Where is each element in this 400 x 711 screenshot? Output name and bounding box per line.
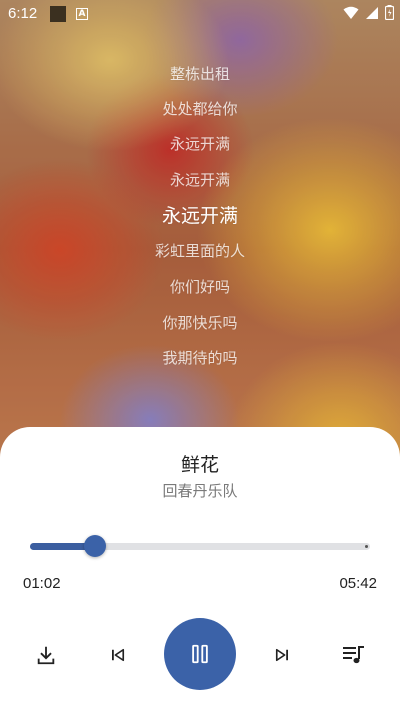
lyric-line[interactable]: 你们好吗 — [0, 276, 400, 297]
skip-previous-icon — [112, 648, 125, 662]
download-icon — [37, 646, 55, 665]
status-bar: 6:12 A — [0, 0, 400, 28]
total-time: 05:42 — [339, 575, 377, 592]
lyric-line[interactable]: 处处都给你 — [0, 98, 400, 119]
notification-badge-icon: A — [76, 8, 88, 20]
song-title: 鲜花 — [180, 454, 219, 476]
lyric-line-current[interactable]: 永远开满 — [0, 201, 400, 228]
previous-button[interactable] — [104, 641, 132, 669]
lyric-line[interactable]: 整栋出租 — [0, 63, 400, 84]
battery-icon — [385, 5, 394, 20]
download-button[interactable] — [32, 641, 60, 669]
pause-icon — [192, 644, 208, 664]
app-notification-icon — [50, 6, 66, 22]
skip-next-icon — [275, 648, 288, 662]
lyric-line[interactable]: 你那快乐吗 — [0, 312, 400, 333]
signal-icon — [366, 6, 378, 19]
wifi-icon — [343, 6, 359, 19]
progress-end-marker — [365, 545, 368, 548]
playlist-music-icon — [343, 646, 364, 664]
play-pause-button[interactable] — [164, 618, 236, 690]
lyric-line[interactable]: 我期待的吗 — [0, 347, 400, 368]
lyric-line[interactable]: 彩虹里面的人 — [0, 240, 400, 261]
next-button[interactable] — [268, 641, 296, 669]
lyric-line[interactable]: 永远开满 — [0, 133, 400, 154]
lyric-line[interactable]: 永远开满 — [0, 169, 400, 190]
progress-slider[interactable] — [30, 535, 370, 557]
playlist-button[interactable] — [340, 641, 368, 669]
player-sheet: 鲜花 回春丹乐队 01:02 05:42 — [0, 427, 400, 711]
current-time: 01:02 — [23, 575, 61, 592]
status-icons — [343, 5, 394, 20]
status-time: 6:12 — [8, 5, 38, 22]
song-artist: 回春丹乐队 — [162, 482, 238, 500]
progress-thumb[interactable] — [83, 535, 106, 557]
